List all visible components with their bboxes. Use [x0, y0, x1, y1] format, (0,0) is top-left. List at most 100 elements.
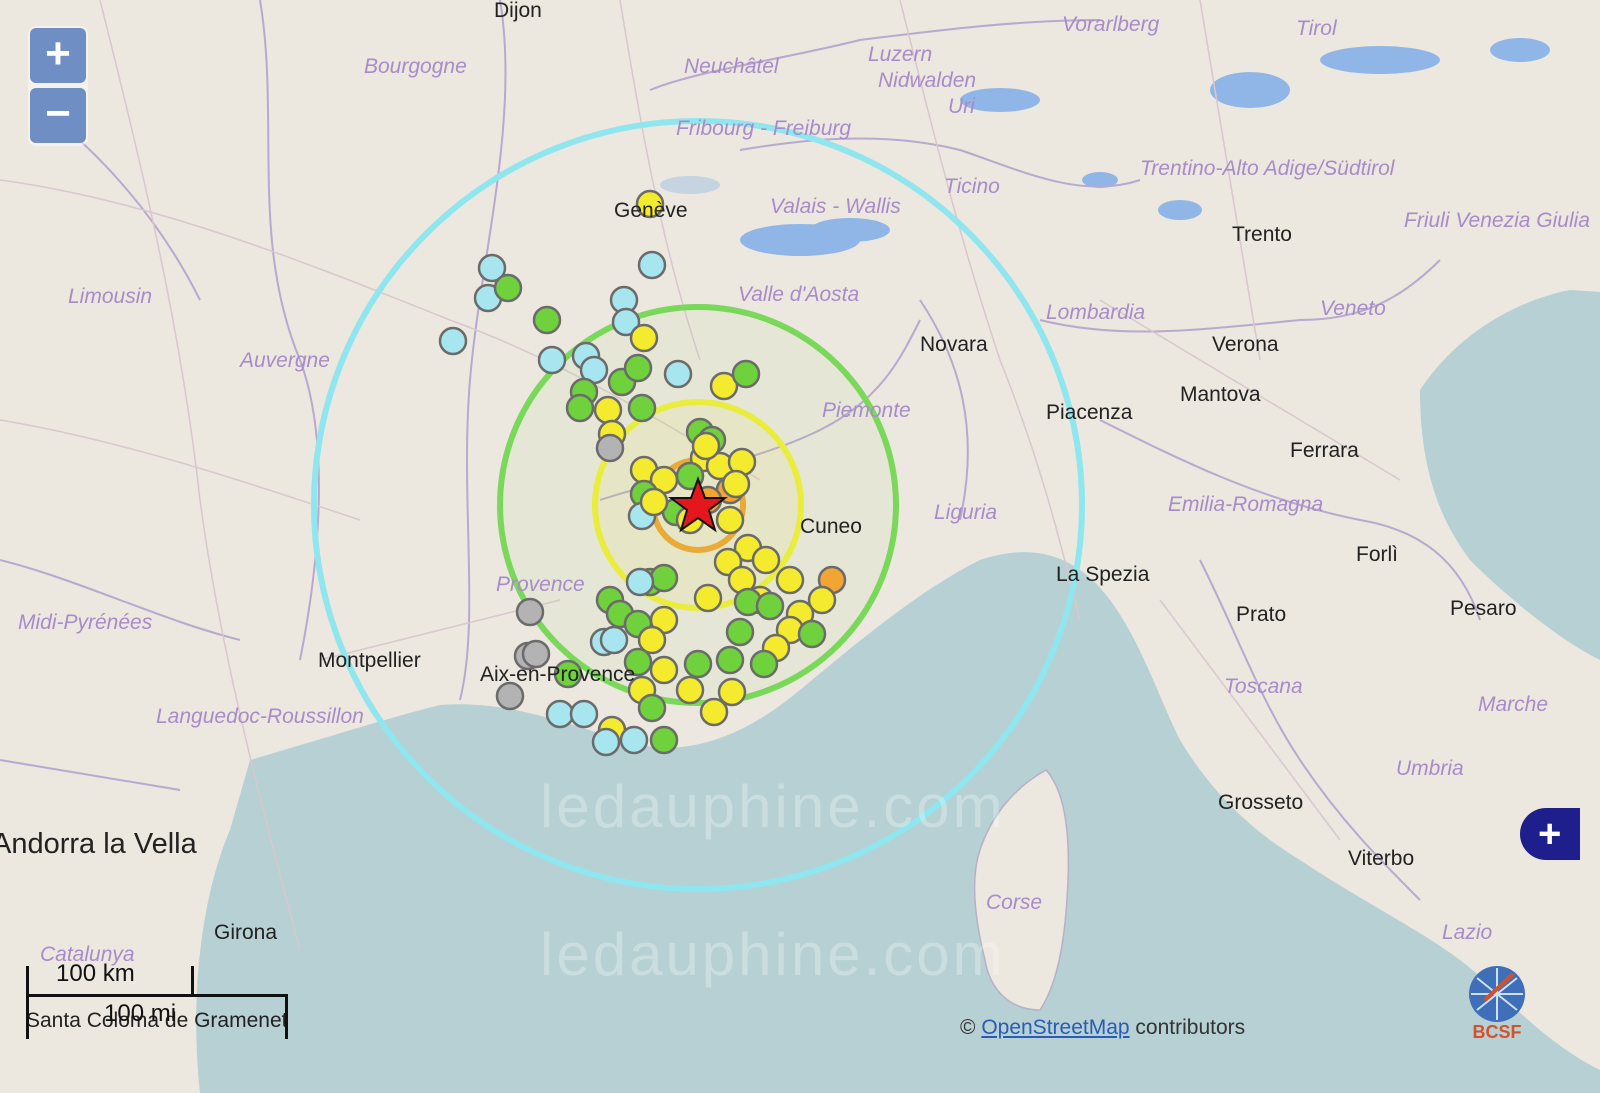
report-marker-green[interactable]: [715, 645, 745, 675]
report-marker-green[interactable]: [755, 591, 785, 621]
region-label: Midi-Pyrénées: [18, 611, 153, 634]
region-label: Liguria: [934, 501, 998, 524]
city-label: Novara: [920, 333, 988, 356]
city-label: Dijon: [494, 0, 542, 22]
report-marker-yellow[interactable]: [675, 675, 705, 705]
region-label: Emilia-Romagna: [1168, 493, 1324, 516]
report-marker-yellow[interactable]: [699, 697, 729, 727]
report-marker-cyan[interactable]: [569, 699, 599, 729]
region-label: Valais - Wallis: [770, 195, 901, 218]
report-marker-cyan[interactable]: [591, 727, 621, 757]
report-marker-cyan[interactable]: [545, 699, 575, 729]
openstreetmap-link[interactable]: OpenStreetMap: [981, 1016, 1129, 1039]
attribution-prefix: ©: [960, 1016, 982, 1039]
report-marker-yellow[interactable]: [629, 323, 659, 353]
city-label: Grosseto: [1218, 791, 1304, 814]
report-marker-green[interactable]: [725, 617, 755, 647]
city-label: Andorra la Vella: [0, 828, 197, 860]
map-attribution: © OpenStreetMap contributors: [960, 1016, 1245, 1040]
report-marker-yellow[interactable]: [649, 655, 679, 685]
region-label: Corse: [986, 891, 1043, 914]
scale-label-km: 100 km: [56, 960, 135, 987]
city-label: Prato: [1236, 603, 1287, 626]
region-label: Veneto: [1320, 297, 1386, 320]
region-label: Nidwalden: [878, 69, 977, 92]
report-marker-yellow[interactable]: [693, 583, 723, 613]
zoom-in-button[interactable]: +: [30, 28, 86, 83]
region-label: Provence: [496, 573, 585, 596]
bcsf-logo-icon: [1469, 966, 1525, 1022]
report-marker-green[interactable]: [532, 305, 562, 335]
report-marker-cyan[interactable]: [599, 625, 629, 655]
report-marker-green[interactable]: [683, 649, 713, 679]
region-label: Lazio: [1442, 921, 1493, 944]
report-marker-yellow[interactable]: [775, 565, 805, 595]
city-label: Girona: [214, 921, 278, 944]
city-label: Verona: [1212, 333, 1279, 356]
report-marker-green[interactable]: [493, 273, 523, 303]
city-label: La Spezia: [1056, 563, 1150, 586]
region-label: Auvergne: [240, 349, 330, 372]
region-label: Lombardia: [1046, 301, 1146, 324]
report-marker-cyan[interactable]: [619, 725, 649, 755]
report-marker-yellow[interactable]: [751, 545, 781, 575]
region-label: Uri: [948, 95, 975, 118]
city-label: Pesaro: [1450, 597, 1517, 620]
zoom-control: + −: [28, 26, 88, 146]
layer-switcher-button[interactable]: +: [1520, 808, 1580, 860]
city-label: Trento: [1232, 223, 1292, 246]
scale-bar: 100 km 100 mi: [26, 960, 288, 1056]
region-label: Toscana: [1224, 675, 1303, 698]
report-marker-yellow[interactable]: [721, 469, 751, 499]
city-label: Montpellier: [318, 649, 421, 672]
watermark-text: ledauphine.com: [540, 773, 1006, 840]
report-marker-yellow[interactable]: [715, 505, 745, 535]
report-marker-yellow[interactable]: [593, 395, 623, 425]
region-label: Marche: [1478, 693, 1549, 716]
report-marker-gray[interactable]: [595, 433, 625, 463]
watermark-text: ledauphine.com: [540, 921, 1006, 988]
city-label: Genève: [614, 199, 688, 222]
report-marker-green[interactable]: [749, 649, 779, 679]
city-label: Forlì: [1356, 543, 1398, 566]
report-marker-cyan[interactable]: [637, 250, 667, 280]
report-marker-cyan[interactable]: [663, 359, 693, 389]
report-marker-green[interactable]: [649, 563, 679, 593]
region-label: Neuchâtel: [684, 55, 779, 78]
report-marker-yellow[interactable]: [639, 487, 669, 517]
report-marker-cyan[interactable]: [537, 345, 567, 375]
region-label: Piemonte: [822, 399, 911, 422]
city-label: Mantova: [1180, 383, 1261, 406]
report-marker-green[interactable]: [627, 393, 657, 423]
report-marker-green[interactable]: [637, 693, 667, 723]
report-marker-green[interactable]: [797, 619, 827, 649]
region-label: Fribourg - Freiburg: [676, 117, 852, 140]
region-label: Bourgogne: [364, 55, 467, 78]
report-marker-cyan[interactable]: [438, 326, 468, 356]
city-label: Aix-en-Provence: [480, 663, 636, 686]
region-label: Luzern: [868, 43, 933, 66]
region-label: Ticino: [944, 175, 1000, 198]
report-marker-green[interactable]: [565, 393, 595, 423]
attribution-suffix: contributors: [1129, 1016, 1246, 1039]
report-marker-gray[interactable]: [495, 681, 525, 711]
bcsf-logo-text: BCSF: [1472, 1022, 1522, 1042]
report-marker-gray[interactable]: [515, 597, 545, 627]
region-label: Friuli Venezia Giulia: [1404, 209, 1590, 232]
region-label: Umbria: [1396, 757, 1464, 780]
region-label: Vorarlberg: [1062, 13, 1160, 36]
city-label: Viterbo: [1348, 847, 1415, 870]
region-label: Limousin: [68, 285, 153, 308]
scale-label-mi: 100 mi: [104, 1000, 177, 1027]
report-marker-cyan[interactable]: [625, 567, 655, 597]
city-label: Piacenza: [1046, 401, 1133, 424]
city-label: Ferrara: [1290, 439, 1359, 462]
region-label: Valle d'Aosta: [738, 283, 860, 306]
region-label: Trentino-Alto Adige/Südtirol: [1140, 157, 1395, 180]
report-marker-green[interactable]: [731, 359, 761, 389]
zoom-out-button[interactable]: −: [30, 88, 86, 143]
bcsf-logo: BCSF: [1455, 960, 1539, 1044]
report-marker-yellow[interactable]: [691, 431, 721, 461]
report-marker-green[interactable]: [649, 725, 679, 755]
report-marker-green[interactable]: [623, 353, 653, 383]
